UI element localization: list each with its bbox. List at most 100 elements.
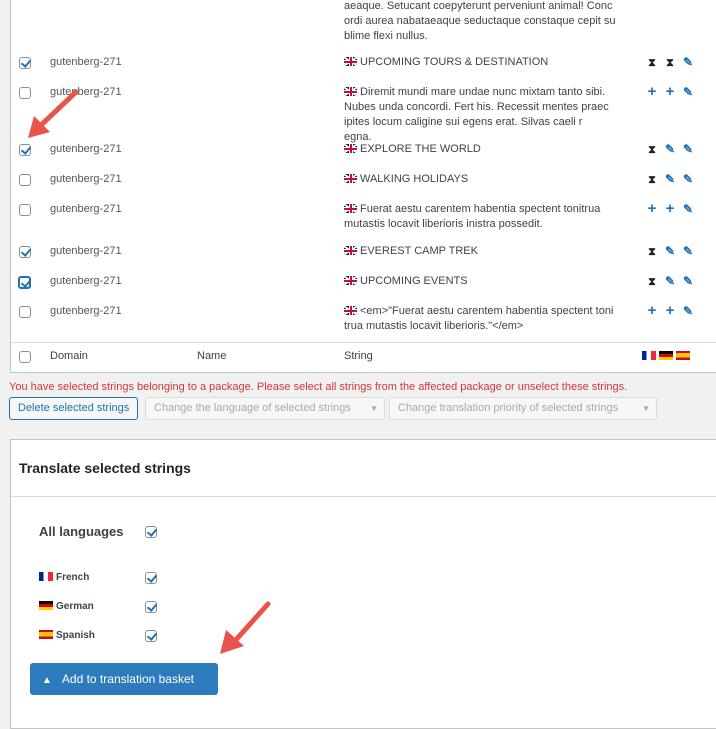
row-actions: ⧗ ✎ ✎ [643, 172, 703, 187]
language-french: French [39, 572, 89, 583]
flag-france-icon [642, 351, 656, 360]
row-checkbox[interactable] [19, 87, 31, 99]
column-string[interactable]: String [344, 350, 373, 362]
flag-uk-icon [344, 204, 357, 213]
language-spanish: Spanish [39, 630, 95, 641]
row-actions: ⧗ ✎ ✎ [643, 142, 703, 157]
plus-icon[interactable]: + [643, 303, 661, 318]
flag-germany-icon [39, 601, 53, 610]
pencil-icon[interactable]: ✎ [679, 55, 697, 69]
pencil-icon[interactable]: ✎ [679, 274, 697, 288]
row-checkbox[interactable] [19, 246, 31, 258]
flag-uk-icon [344, 246, 357, 255]
flag-spain-icon [39, 630, 53, 639]
row-string: Diremit mundi mare undae nunc mixtam tan… [344, 85, 634, 145]
hourglass-icon[interactable]: ⧗ [643, 144, 661, 157]
row-string-text: trua mutastis locavit liberioris."</em> [344, 320, 524, 332]
row-string: <em>"Fuerat aestu carentem habentia spec… [344, 304, 634, 334]
flag-uk-icon [344, 57, 357, 66]
pencil-icon[interactable]: ✎ [661, 172, 679, 186]
all-languages-checkbox[interactable] [145, 526, 157, 538]
pencil-icon[interactable]: ✎ [661, 274, 679, 288]
hourglass-icon[interactable]: ⧗ [661, 57, 679, 70]
row-checkbox[interactable] [19, 57, 31, 69]
flag-spain-icon [676, 351, 690, 360]
add-to-basket-button[interactable]: ▲ Add to translation basket [30, 663, 218, 695]
flag-uk-icon [344, 306, 357, 315]
flag-uk-icon [344, 276, 357, 285]
row-string: EVEREST CAMP TREK [344, 244, 634, 259]
plus-icon[interactable]: + [661, 84, 679, 99]
row-domain: gutenberg-271 [50, 245, 122, 257]
plus-icon[interactable]: + [661, 201, 679, 216]
row-checkbox[interactable] [19, 306, 31, 318]
row-string-text: <em>"Fuerat aestu carentem habentia spec… [360, 305, 614, 317]
strings-table: aeaque. Setucant coepyterunt perveniunt … [10, 0, 716, 373]
plus-icon[interactable]: + [643, 84, 661, 99]
row-string-text: WALKING HOLIDAYS [360, 173, 469, 185]
pencil-icon[interactable]: ✎ [679, 142, 697, 156]
previous-string-fragment: aeaque. Setucant coepyterunt perveniunt … [344, 0, 616, 42]
spanish-checkbox[interactable] [145, 630, 157, 642]
row-actions: ⧗ ⧗ ✎ [643, 55, 703, 70]
row-string: EXPLORE THE WORLD [344, 142, 634, 157]
pencil-icon[interactable]: ✎ [661, 244, 679, 258]
basket-icon: ▲ [42, 675, 52, 686]
pencil-icon[interactable]: ✎ [661, 142, 679, 156]
pencil-icon[interactable]: ✎ [679, 244, 697, 258]
hourglass-icon[interactable]: ⧗ [643, 57, 661, 70]
row-domain: gutenberg-271 [50, 143, 122, 155]
row-actions: + + ✎ [643, 201, 703, 216]
flag-france-icon [39, 572, 53, 581]
all-languages-label: All languages [39, 524, 124, 539]
row-string-text: mutastis locavit liberioris inistra poss… [344, 218, 543, 230]
chevron-down-icon: ▼ [642, 404, 650, 413]
change-language-select[interactable]: Change the language of selected strings … [145, 397, 385, 420]
pencil-icon[interactable]: ✎ [679, 304, 697, 318]
row-actions: + + ✎ [643, 303, 703, 318]
row-string-text: UPCOMING TOURS & DESTINATION [360, 56, 549, 68]
row-checkbox[interactable] [18, 276, 31, 289]
change-priority-select[interactable]: Change translation priority of selected … [389, 397, 657, 420]
column-domain[interactable]: Domain [50, 350, 88, 362]
row-domain: gutenberg-271 [50, 56, 122, 68]
row-string-text: Fuerat aestu carentem habentia spectent … [360, 203, 601, 215]
package-warning: You have selected strings belonging to a… [9, 381, 628, 393]
row-checkbox[interactable] [19, 174, 31, 186]
row-string: UPCOMING TOURS & DESTINATION [344, 55, 634, 70]
row-domain: gutenberg-271 [50, 86, 122, 98]
hourglass-icon[interactable]: ⧗ [643, 276, 661, 289]
delete-selected-button[interactable]: Delete selected strings [9, 397, 139, 420]
chevron-down-icon: ▼ [370, 404, 378, 413]
language-flags [639, 351, 690, 363]
select-all-checkbox[interactable] [19, 351, 31, 363]
row-string-text: UPCOMING EVENTS [360, 275, 468, 287]
pencil-icon[interactable]: ✎ [679, 172, 697, 186]
pencil-icon[interactable]: ✎ [679, 202, 697, 216]
row-string-text: Diremit mundi mare undae nunc mixtam tan… [360, 86, 606, 98]
panel-title: Translate selected strings [19, 460, 191, 476]
plus-icon[interactable]: + [643, 201, 661, 216]
flag-uk-icon [344, 174, 357, 183]
row-string-text: EXPLORE THE WORLD [360, 143, 481, 155]
language-german: German [39, 601, 94, 612]
column-name[interactable]: Name [197, 350, 226, 362]
row-checkbox[interactable] [19, 204, 31, 216]
row-string-text: EVEREST CAMP TREK [360, 245, 478, 257]
flag-uk-icon [344, 144, 357, 153]
row-string: WALKING HOLIDAYS [344, 172, 634, 187]
hourglass-icon[interactable]: ⧗ [643, 246, 661, 259]
row-domain: gutenberg-271 [50, 173, 122, 185]
row-actions: + + ✎ [643, 84, 703, 99]
hourglass-icon[interactable]: ⧗ [643, 174, 661, 187]
row-checkbox[interactable] [19, 144, 31, 156]
row-domain: gutenberg-271 [50, 275, 122, 287]
german-checkbox[interactable] [145, 601, 157, 613]
plus-icon[interactable]: + [661, 303, 679, 318]
pencil-icon[interactable]: ✎ [679, 85, 697, 99]
row-domain: gutenberg-271 [50, 203, 122, 215]
table-footer: Domain Name String [11, 342, 716, 374]
row-string: Fuerat aestu carentem habentia spectent … [344, 202, 634, 232]
translate-panel: Translate selected strings All languages… [10, 439, 716, 729]
french-checkbox[interactable] [145, 572, 157, 584]
